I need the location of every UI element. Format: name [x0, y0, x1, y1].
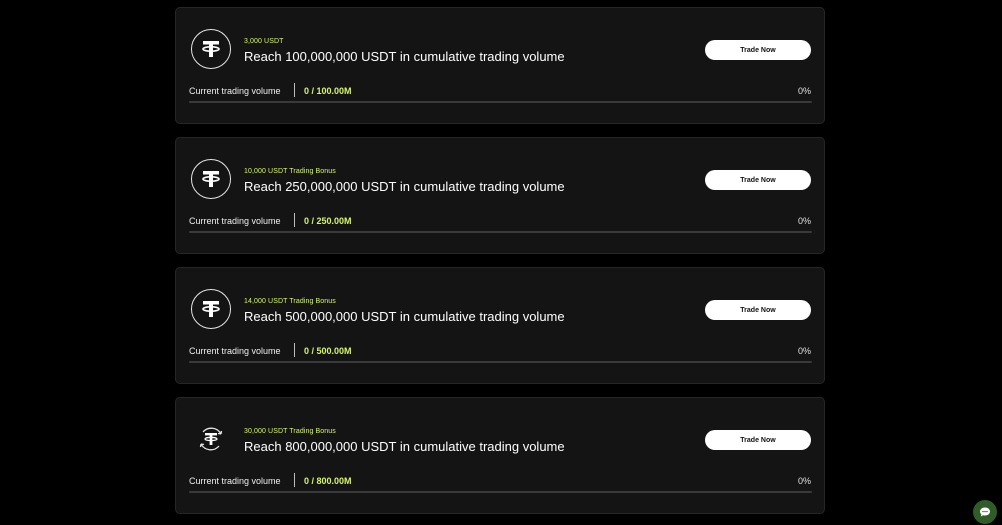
volume-value: 0 / 100.00M	[304, 86, 352, 96]
task-card: 10,000 USDT Trading Bonus Reach 250,000,…	[175, 137, 825, 254]
task-card: 14,000 USDT Trading Bonus Reach 500,000,…	[175, 267, 825, 384]
volume-label: Current trading volume	[189, 476, 281, 486]
divider	[294, 83, 295, 97]
trade-now-button[interactable]: Trade Now	[705, 40, 811, 60]
task-goal: Reach 800,000,000 USDT in cumulative tra…	[244, 439, 565, 454]
task-card: 3,000 USDT Reach 100,000,000 USDT in cum…	[175, 7, 825, 124]
chat-icon	[980, 507, 990, 517]
chat-button[interactable]	[973, 500, 997, 524]
volume-label: Current trading volume	[189, 216, 281, 226]
task-goal: Reach 100,000,000 USDT in cumulative tra…	[244, 49, 565, 64]
page: 3,000 USDT Reach 100,000,000 USDT in cum…	[0, 0, 1002, 525]
progress-bar	[189, 231, 812, 233]
task-card: 30,000 USDT Trading Bonus Reach 800,000,…	[175, 397, 825, 514]
divider	[294, 343, 295, 357]
task-list: 3,000 USDT Reach 100,000,000 USDT in cum…	[175, 7, 825, 525]
usdt-icon	[191, 29, 231, 69]
progress-bar	[189, 491, 812, 493]
usdt-bonus-icon	[191, 419, 231, 459]
progress-percent: 0%	[797, 346, 811, 356]
trade-now-button[interactable]: Trade Now	[705, 170, 811, 190]
progress-percent: 0%	[797, 476, 811, 486]
usdt-icon	[191, 159, 231, 199]
divider	[294, 473, 295, 487]
trade-now-button[interactable]: Trade Now	[705, 430, 811, 450]
trade-now-button[interactable]: Trade Now	[705, 300, 811, 320]
volume-label: Current trading volume	[189, 346, 281, 356]
progress-bar	[189, 101, 812, 103]
volume-value: 0 / 800.00M	[304, 476, 352, 486]
reward-label: 14,000 USDT Trading Bonus	[244, 298, 336, 305]
volume-value: 0 / 500.00M	[304, 346, 352, 356]
volume-label: Current trading volume	[189, 86, 281, 96]
progress-percent: 0%	[797, 86, 811, 96]
reward-label: 3,000 USDT	[244, 38, 284, 45]
progress-bar	[189, 361, 812, 363]
reward-label: 10,000 USDT Trading Bonus	[244, 168, 336, 175]
task-goal: Reach 500,000,000 USDT in cumulative tra…	[244, 309, 565, 324]
task-goal: Reach 250,000,000 USDT in cumulative tra…	[244, 179, 565, 194]
reward-label: 30,000 USDT Trading Bonus	[244, 428, 336, 435]
divider	[294, 213, 295, 227]
volume-value: 0 / 250.00M	[304, 216, 352, 226]
usdt-icon	[191, 289, 231, 329]
progress-percent: 0%	[797, 216, 811, 226]
